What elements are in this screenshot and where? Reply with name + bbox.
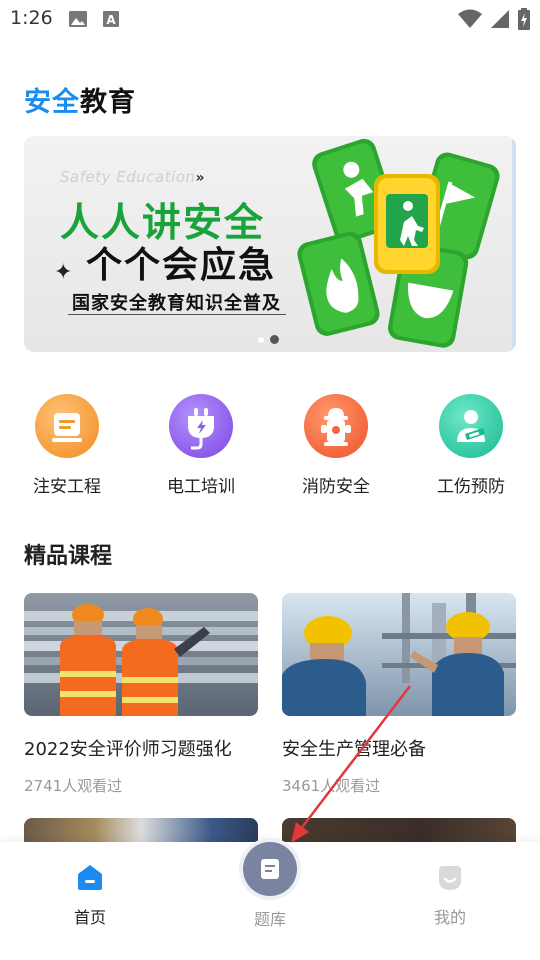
banner-subtitle-text: Safety Education: [60, 168, 196, 186]
page-title: 安全教育: [24, 80, 136, 119]
nav-home-label: 首页: [73, 908, 106, 927]
banner-underline: [68, 314, 286, 315]
hydrant-icon: [304, 394, 368, 458]
profile-icon: [439, 866, 461, 890]
course-card-peek[interactable]: [24, 818, 258, 842]
title-part-education: 教育: [80, 87, 136, 118]
section-title: 精品课程: [24, 544, 113, 569]
title-part-safety: 安全: [24, 87, 80, 118]
category-label: 工伤预防: [437, 477, 505, 497]
course-card-peek[interactable]: [282, 818, 516, 842]
svg-text:A: A: [106, 13, 116, 27]
course-title: 安全生产管理必备: [282, 739, 426, 760]
category-label: 电工培训: [167, 477, 235, 497]
banner-headline-2: 个个会应急: [86, 245, 277, 286]
status-bar: 1:26 A: [0, 0, 540, 38]
category-fire-safety[interactable]: 消防安全: [276, 394, 396, 497]
banner-subtitle-en: Safety Education»: [60, 168, 205, 186]
course-card[interactable]: 安全生产管理必备 3461人观看过: [282, 593, 516, 796]
carousel-dot[interactable]: [258, 336, 264, 343]
sparkle-icon: ✦: [54, 260, 73, 285]
nav-question-bank[interactable]: [243, 842, 297, 896]
course-thumbnail: [24, 593, 258, 716]
question-bank-icon: [261, 859, 279, 879]
category-label: 注安工程: [33, 477, 101, 497]
course-title: 2022安全评价师习题强化: [24, 739, 232, 760]
nav-home[interactable]: 首页: [30, 862, 150, 928]
banner-tagline: 国家安全教育知识全普及: [72, 293, 281, 314]
document-icon: [35, 394, 99, 458]
wifi-icon: [458, 9, 482, 28]
banner-carousel[interactable]: Safety Education» 人人讲安全 ✦ 个个会应急 国家安全教育知识…: [24, 136, 516, 352]
battery-charging-icon: [518, 8, 530, 30]
carousel-dot-active[interactable]: [270, 335, 279, 344]
image-icon: [69, 11, 87, 27]
course-card[interactable]: 2022安全评价师习题强化 2741人观看过: [24, 593, 258, 796]
app-screen: 1:26 A 安全教育 Safety Education» 人人讲安全 ✦ 个个…: [0, 0, 540, 960]
course-thumbnail: [282, 593, 516, 716]
plug-icon: [169, 394, 233, 458]
signal-icon: [491, 10, 509, 28]
category-label: 消防安全: [302, 477, 370, 497]
nav-profile-label: 我的: [433, 908, 466, 927]
course-views: 2741人观看过: [24, 777, 123, 795]
category-electrician-training[interactable]: 电工培训: [141, 394, 261, 497]
category-injury-prevention[interactable]: 工伤预防: [411, 394, 531, 497]
carousel-indicator: [258, 335, 279, 344]
status-time: 1:26: [10, 7, 53, 29]
home-icon: [78, 865, 102, 890]
keyboard-a-icon: A: [103, 11, 119, 27]
nav-question-bank-label: 题库: [253, 910, 286, 929]
safety-signs-illustration: [297, 138, 516, 348]
banner-arrows: »: [195, 170, 205, 186]
category-zhuan-engineering[interactable]: 注安工程: [7, 394, 127, 497]
nav-profile[interactable]: 我的: [390, 862, 510, 928]
injured-person-icon: [439, 394, 503, 458]
course-views: 3461人观看过: [282, 777, 381, 795]
